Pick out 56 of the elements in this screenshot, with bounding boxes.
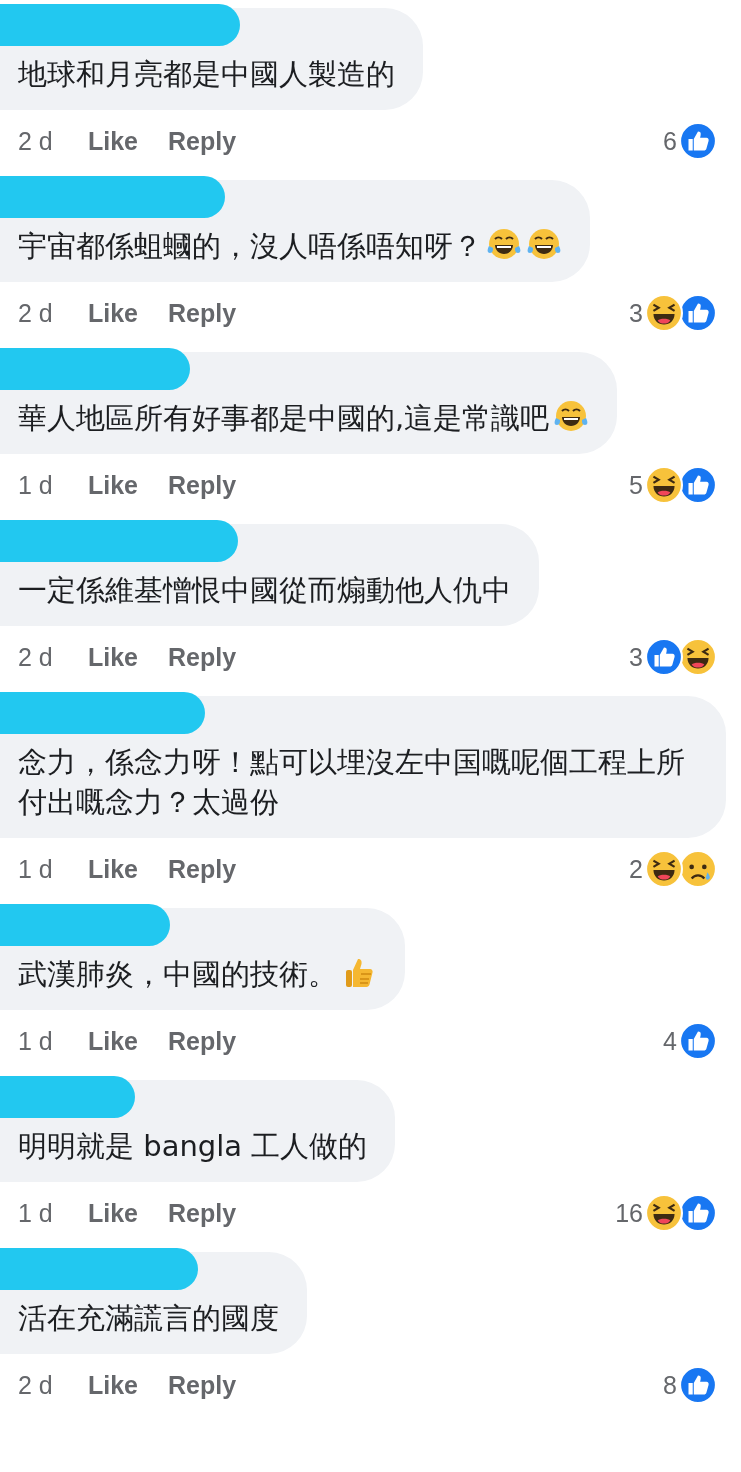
tears-of-joy-icon — [486, 226, 522, 262]
tears-of-joy-icon — [526, 226, 562, 262]
comment-time: 1 d — [18, 1198, 54, 1228]
comment-text: 宇宙都係蛆蟈的，沒人唔係唔知呀？ — [18, 226, 562, 266]
tears-of-joy-icon — [553, 398, 590, 434]
like-link[interactable]: Like — [88, 642, 139, 672]
reaction-count: 4 — [663, 1026, 677, 1056]
like-link[interactable]: Like — [88, 470, 139, 500]
comment-time: 1 d — [18, 854, 54, 884]
like-link[interactable]: Like — [88, 126, 139, 156]
sad-face-icon — [679, 850, 717, 888]
comment-time: 2 d — [18, 1370, 54, 1400]
like-reaction-icon — [679, 1194, 717, 1232]
laughing-face-icon — [645, 466, 683, 504]
reaction-count: 3 — [629, 298, 643, 328]
reply-link[interactable]: Reply — [168, 1370, 237, 1400]
comment-text: 一定係維基憎恨中國從而煽動他人仇中 — [18, 572, 511, 609]
like-link[interactable]: Like — [88, 1370, 139, 1400]
like-link[interactable]: Like — [88, 298, 139, 328]
comment-text: 念力，係念力呀！點可以埋沒左中国嘅呢個工程上所付出嘅念力？太過份 — [18, 744, 686, 821]
laughing-face-icon — [645, 294, 683, 332]
reply-link[interactable]: Reply — [168, 1026, 237, 1056]
like-link[interactable]: Like — [88, 1198, 139, 1228]
reaction-count: 16 — [615, 1198, 643, 1228]
comment-text: 武漢肺炎，中國的技術。 — [18, 954, 377, 994]
comment-text: 華人地區所有好事都是中國的,這是常識吧 — [18, 398, 590, 438]
reaction-count: 8 — [663, 1370, 677, 1400]
comment-time: 2 d — [18, 642, 54, 672]
like-reaction-icon — [679, 294, 717, 332]
laughing-face-icon — [645, 850, 683, 888]
comment-time: 1 d — [18, 470, 54, 500]
reaction-count: 2 — [629, 854, 643, 884]
reaction-count: 6 — [663, 126, 677, 156]
comment-text: 明明就是 bangla 工人做的 — [18, 1128, 368, 1165]
like-link[interactable]: Like — [88, 1026, 139, 1056]
like-reaction-icon — [679, 466, 717, 504]
reply-link[interactable]: Reply — [168, 642, 237, 672]
reply-link[interactable]: Reply — [168, 126, 237, 156]
reply-link[interactable]: Reply — [168, 854, 237, 884]
like-reaction-icon — [679, 122, 717, 160]
laughing-face-icon — [645, 1194, 683, 1232]
reaction-count: 3 — [629, 642, 643, 672]
like-reaction-icon — [645, 638, 683, 676]
comment-time: 2 d — [18, 298, 54, 328]
laughing-face-icon — [679, 638, 717, 676]
comment-time: 1 d — [18, 1026, 54, 1056]
like-link[interactable]: Like — [88, 854, 139, 884]
comment-text: 地球和月亮都是中國人製造的 — [18, 56, 395, 93]
reply-link[interactable]: Reply — [168, 1198, 237, 1228]
comment-time: 2 d — [18, 126, 54, 156]
reply-link[interactable]: Reply — [168, 470, 237, 500]
comment-text: 活在充滿謊言的國度 — [18, 1300, 279, 1337]
reply-link[interactable]: Reply — [168, 298, 237, 328]
reaction-count: 5 — [629, 470, 643, 500]
like-reaction-icon — [679, 1022, 717, 1060]
like-reaction-icon — [679, 1366, 717, 1404]
